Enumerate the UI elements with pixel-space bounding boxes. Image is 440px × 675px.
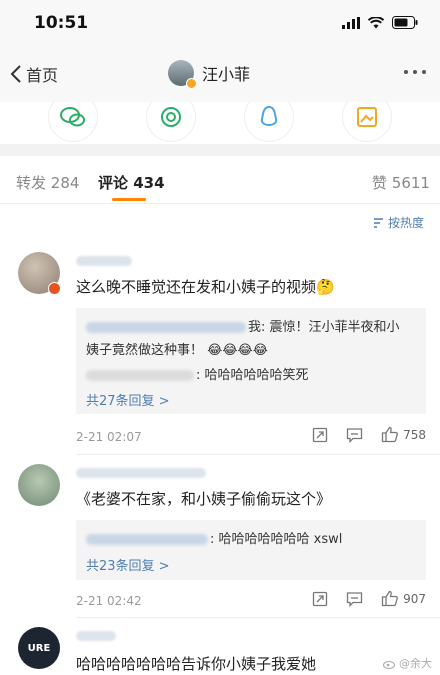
commenter-name[interactable] (76, 256, 132, 266)
avatar[interactable] (18, 464, 60, 506)
reply-author[interactable] (86, 322, 246, 333)
wifi-icon (368, 16, 384, 28)
nav-bar: 首页 汪小菲 (0, 48, 440, 102)
like-count: 907 (403, 591, 426, 606)
chevron-left-icon (10, 65, 21, 83)
more-replies-link[interactable]: 共27条回复 > (86, 390, 170, 409)
avatar[interactable] (18, 252, 61, 295)
more-icon[interactable] (404, 70, 426, 74)
comment-text: 哈哈哈哈哈哈哈告诉你小姨子我爱她 (76, 655, 317, 673)
status-bar: 10:51 (0, 0, 440, 48)
image-download-icon (357, 107, 377, 127)
signal-icon (342, 16, 360, 29)
qq-share-button[interactable] (244, 102, 294, 142)
status-icons (342, 16, 418, 29)
sort-button[interactable]: 按热度 (373, 214, 424, 231)
avatar (168, 60, 197, 89)
badge-icon (48, 282, 61, 295)
active-tab-indicator (112, 198, 146, 201)
share-row (0, 102, 440, 144)
wechat-icon (60, 107, 85, 127)
tab-label: 转发 (16, 174, 47, 192)
thumbs-up-icon (381, 426, 399, 443)
reply-box[interactable]: : 哈哈哈哈哈哈哈 xswl 共23条回复 > (76, 520, 426, 580)
thumbs-up-icon (381, 590, 399, 607)
comment-text: 《老婆不在家，和小姨子偷偷玩这个》 (76, 490, 332, 508)
back-button[interactable]: 首页 (10, 62, 58, 86)
like-count: 758 (403, 427, 426, 442)
reply-item: : 哈哈哈哈哈哈笑死 (86, 364, 309, 383)
page-title: 汪小菲 (202, 65, 251, 84)
wechat-share-button[interactable] (48, 102, 98, 142)
avatar-text: URE (27, 642, 51, 654)
moments-icon (161, 107, 181, 127)
repost-icon[interactable] (312, 427, 328, 443)
comment-icon[interactable] (346, 591, 363, 607)
reply-author[interactable] (86, 370, 194, 381)
back-label: 首页 (26, 66, 59, 85)
tab-count: 284 (50, 174, 80, 192)
reply-item-continued: 姨子竟然做这种事！ 😂😂😂😂 (86, 343, 268, 358)
nav-user[interactable]: 汪小菲 (168, 60, 251, 89)
timestamp: 2-21 02:07 (76, 430, 142, 444)
comment-text: 这么晚不睡觉还在发和小姨子的视频🤔 (76, 278, 335, 296)
tab-comments[interactable]: 评论 434 (98, 172, 165, 193)
reply-author[interactable] (86, 534, 208, 545)
like-button[interactable]: 907 (381, 590, 426, 607)
qq-icon (260, 105, 278, 127)
reply-item: 我: 震惊！汪小菲半夜和小 (86, 316, 400, 335)
verified-icon (186, 78, 197, 89)
commenter-name[interactable] (76, 631, 116, 641)
reply-box[interactable]: 我: 震惊！汪小菲半夜和小 姨子竟然做这种事！ 😂😂😂😂 : 哈哈哈哈哈哈笑死 … (76, 308, 426, 414)
like-button[interactable]: 758 (381, 426, 426, 443)
tab-count: 5611 (391, 174, 430, 192)
timestamp: 2-21 02:42 (76, 594, 142, 608)
avatar[interactable]: URE (18, 627, 60, 669)
comment-actions: 907 (312, 590, 426, 607)
sort-icon (373, 217, 383, 228)
tab-label: 赞 (372, 174, 388, 192)
divider (76, 617, 440, 618)
save-image-button[interactable] (342, 102, 392, 142)
clock: 10:51 (34, 13, 89, 33)
tab-bar: 转发 284 评论 434 赞 5611 (0, 156, 440, 204)
repost-icon[interactable] (312, 591, 328, 607)
section-gap (0, 144, 440, 156)
divider (76, 454, 440, 455)
more-replies-link[interactable]: 共23条回复 > (86, 555, 170, 574)
tab-likes[interactable]: 赞 5611 (372, 172, 430, 193)
moments-share-button[interactable] (146, 102, 196, 142)
reply-item: : 哈哈哈哈哈哈哈 xswl (86, 528, 342, 547)
tab-label: 评论 (98, 174, 129, 192)
watermark: @余大 (383, 655, 432, 671)
comment-actions: 758 (312, 426, 426, 443)
tab-count: 434 (133, 174, 165, 192)
battery-icon (392, 16, 418, 29)
comment-icon[interactable] (346, 427, 363, 443)
weibo-logo-icon (383, 660, 395, 669)
sort-label: 按热度 (387, 216, 424, 230)
tab-reposts[interactable]: 转发 284 (16, 172, 79, 193)
commenter-name[interactable] (76, 468, 206, 478)
